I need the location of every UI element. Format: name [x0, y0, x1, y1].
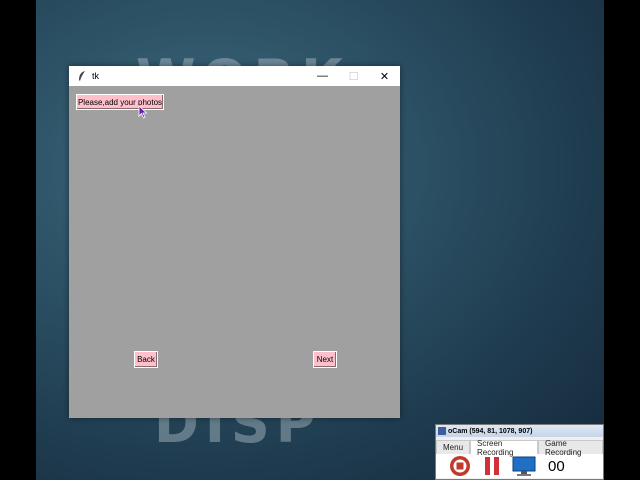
record-icon[interactable]: [448, 455, 472, 477]
recording-timer: 00: [548, 457, 565, 475]
ocam-window: oCam (594, 81, 1078, 907) Menu Screen Re…: [435, 424, 604, 480]
maximize-button[interactable]: ☐: [338, 66, 369, 86]
window-titlebar[interactable]: tk — ☐ ✕: [69, 66, 400, 86]
feather-icon: [75, 69, 89, 83]
ocam-toolbar: 00: [436, 454, 603, 478]
ocam-app-icon: [438, 427, 446, 435]
mouse-pointer-icon: [138, 105, 148, 119]
ocam-title: oCam (594, 81, 1078, 907): [448, 427, 533, 435]
minimize-button[interactable]: —: [307, 66, 338, 86]
screen-icon[interactable]: [512, 455, 536, 477]
ocam-tabs: Menu Screen Recording Game Recording: [436, 439, 603, 457]
ocam-titlebar[interactable]: oCam (594, 81, 1078, 907): [436, 425, 603, 437]
window-title: tk: [92, 71, 100, 81]
close-button[interactable]: ✕: [369, 66, 400, 86]
tk-window: tk — ☐ ✕ Please,add your photos Back Nex…: [69, 66, 400, 418]
window-controls: — ☐ ✕: [307, 66, 400, 86]
pause-icon[interactable]: [480, 455, 504, 477]
tab-screen-recording[interactable]: Screen Recording: [470, 439, 539, 457]
tab-menu[interactable]: Menu: [436, 440, 471, 454]
tab-game-recording[interactable]: Game Recording: [538, 439, 603, 457]
back-button[interactable]: Back: [134, 351, 158, 368]
add-photos-button[interactable]: Please,add your photos: [76, 94, 164, 110]
next-button[interactable]: Next: [313, 351, 337, 368]
window-content: Please,add your photos Back Next: [69, 86, 400, 418]
